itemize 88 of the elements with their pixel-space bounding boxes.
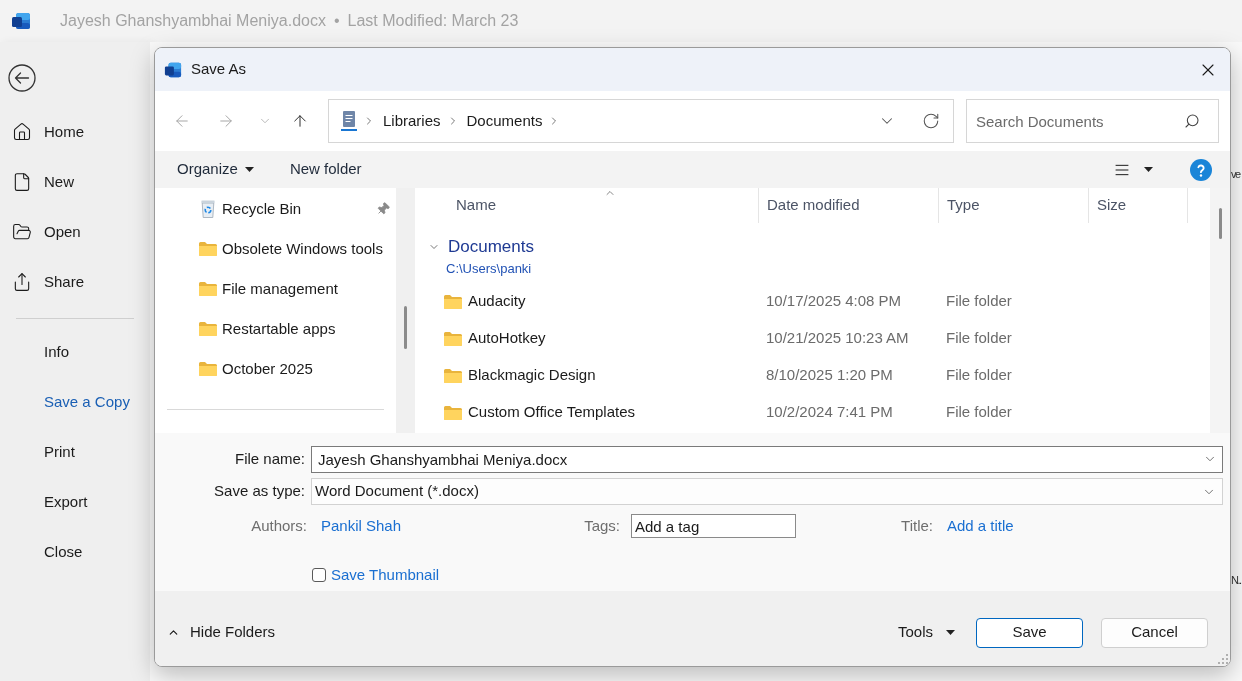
file-type-dropdown[interactable]: Word Document (*.docx) (311, 478, 1223, 505)
file-type-text: File folder (946, 328, 1012, 349)
authors-value[interactable]: Pankil Shah (321, 514, 402, 538)
navigation-pane-item[interactable]: October 2025 (155, 349, 396, 389)
document-icon (12, 172, 32, 192)
folder-icon (444, 368, 462, 383)
navigation-pane-item[interactable]: Restartable apps (155, 309, 396, 349)
column-header[interactable]: Size (1088, 188, 1188, 223)
file-name[interactable]: AutoHotkey (468, 327, 546, 350)
word-logo-icon (164, 60, 182, 79)
file-name[interactable]: Blackmagic Design (468, 364, 596, 387)
hide-folders-button[interactable]: Hide Folders (167, 621, 276, 644)
date-modified-text: 8/10/2025 1:20 PM (766, 365, 893, 386)
column-header[interactable]: Date modified (758, 188, 938, 223)
file-type-text: File folder (946, 365, 1012, 386)
help-icon[interactable] (1190, 158, 1212, 181)
address-bar[interactable]: Libraries Documents (328, 99, 954, 143)
date-modified-text: 10/2/2024 7:41 PM (766, 402, 893, 423)
new-folder-button[interactable]: New folder (279, 154, 372, 185)
folder-icon (199, 242, 217, 256)
group-title: Documents (448, 236, 534, 259)
column-header[interactable]: Type (938, 188, 1088, 223)
authors-label: Authors: (251, 515, 307, 536)
search-icon[interactable] (1184, 113, 1200, 129)
file-type-text: File folder (946, 291, 1012, 312)
navigation-pane-item[interactable]: File management (155, 269, 396, 309)
scrollbar-thumb[interactable] (1218, 208, 1222, 239)
folder-icon (444, 405, 462, 420)
caret-down-icon (244, 167, 254, 172)
title-value[interactable]: Add a title (947, 514, 1014, 538)
backstage-item[interactable]: Share (0, 257, 150, 307)
breadcrumb[interactable]: Documents (466, 109, 543, 133)
background-text: N.. (1231, 573, 1241, 588)
tools-button[interactable]: Tools (897, 621, 955, 644)
title-separator: • (333, 11, 340, 31)
search-field[interactable]: Search Documents (966, 99, 1219, 143)
backstage-item[interactable]: Save a Copy (0, 377, 150, 427)
backstage-item[interactable]: Open (0, 207, 150, 257)
backstage-item[interactable]: Export (0, 477, 150, 527)
word-logo-icon (11, 11, 31, 31)
folder-icon (444, 294, 462, 309)
backstage-item[interactable]: Print (0, 427, 150, 477)
backstage-item[interactable]: Home (0, 107, 150, 157)
background-text: ve (1231, 167, 1240, 182)
back-button[interactable] (8, 64, 36, 92)
save-button[interactable]: Save (976, 617, 1083, 648)
navigation-pane-item[interactable]: Recycle Bin (155, 189, 396, 229)
tags-label: Tags: (584, 515, 620, 536)
dialog-title: Save As (191, 59, 247, 80)
library-document-icon (341, 111, 357, 131)
refresh-icon (922, 112, 940, 130)
caret-down-icon (946, 630, 955, 635)
file-name-field[interactable]: Jayesh Ghanshyambhai Meniya.docx (311, 446, 1223, 473)
caret-down-icon (1144, 167, 1153, 172)
folder-icon (199, 322, 217, 336)
save-as-type-label: Save as type: (214, 481, 305, 502)
backstage-item[interactable]: Info (0, 327, 150, 377)
folder-icon (199, 362, 217, 376)
tags-field[interactable]: Add a tag (631, 514, 796, 538)
file-name[interactable]: Audacity (468, 290, 526, 313)
group-path: C:\Users\panki (446, 260, 532, 279)
recycle-bin-icon (201, 200, 215, 218)
date-modified-text: 10/17/2025 4:08 PM (766, 291, 902, 312)
document-title: Jayesh Ghanshyambhai Meniya.docx (60, 11, 326, 31)
save-thumbnail-label[interactable]: Save Thumbnail (331, 563, 440, 587)
folder-icon (444, 331, 462, 346)
folder-icon (199, 282, 217, 296)
save-thumbnail-checkbox[interactable] (312, 568, 326, 582)
open-folder-icon (12, 222, 32, 242)
cancel-button[interactable]: Cancel (1101, 617, 1208, 648)
title-label: Title: (901, 515, 933, 536)
navigation-pane-item[interactable]: Obsolete Windows tools (155, 229, 396, 269)
date-modified-text: 10/21/2025 10:23 AM (766, 328, 909, 349)
share-icon (12, 272, 32, 292)
file-name-label: File name: (234, 449, 305, 470)
last-modified-text: Last Modified: March 23 (347, 11, 519, 31)
forward-arrow-icon (217, 112, 235, 130)
column-header[interactable]: Name (415, 188, 758, 223)
home-icon (12, 122, 32, 142)
file-type-text: File folder (946, 402, 1012, 423)
file-name[interactable]: Custom Office Templates (468, 401, 635, 424)
resize-grip-icon[interactable] (1218, 654, 1228, 664)
organize-button[interactable]: Organize (167, 154, 264, 185)
backstage-item[interactable]: Close (0, 527, 150, 577)
backstage-item[interactable]: New (0, 157, 150, 207)
back-icon (8, 64, 36, 92)
scrollbar-thumb[interactable] (404, 306, 407, 349)
breadcrumb[interactable]: Libraries (383, 109, 441, 133)
